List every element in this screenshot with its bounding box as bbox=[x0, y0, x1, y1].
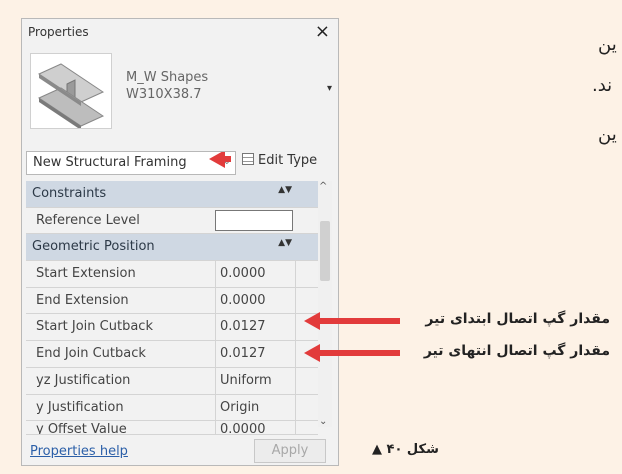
edit-type-label: Edit Type bbox=[258, 153, 318, 168]
figure-caption: شکل ۴۰ ▲ bbox=[372, 442, 439, 457]
type-name: M_W Shapes W310X38.7 bbox=[126, 69, 208, 103]
panel-title: Properties bbox=[28, 25, 89, 39]
property-value[interactable]: 0.0127 bbox=[215, 314, 296, 341]
group-label: Constraints bbox=[32, 186, 107, 201]
end-cutback-arrow bbox=[304, 344, 400, 362]
property-value[interactable]: Origin bbox=[215, 394, 296, 421]
beam-thumbnail-icon bbox=[30, 53, 112, 130]
properties-help-link[interactable]: Properties help bbox=[30, 444, 128, 459]
property-row: End Join Cutback 0.0127 bbox=[26, 341, 318, 368]
background-text-2: ند. bbox=[592, 75, 613, 96]
background-text-3: ین bbox=[598, 124, 617, 145]
property-value[interactable]: Uniform bbox=[215, 367, 296, 394]
property-row: End Extension 0.0000 bbox=[26, 287, 318, 315]
scroll-thumb[interactable] bbox=[320, 221, 330, 281]
property-label: yz Justification bbox=[36, 372, 131, 388]
type-size: W310X38.7 bbox=[126, 87, 202, 102]
property-row: Reference Level bbox=[26, 208, 318, 235]
scroll-up-icon[interactable]: ^ bbox=[319, 181, 327, 192]
property-row: Start Extension 0.0000 bbox=[26, 261, 318, 288]
property-row: yz Justification Uniform bbox=[26, 367, 318, 395]
type-family: M_W Shapes bbox=[126, 70, 209, 85]
property-label: y Offset Value bbox=[36, 422, 127, 436]
property-label: Reference Level bbox=[36, 212, 140, 228]
collapse-icon[interactable]: ▲▼ bbox=[278, 185, 292, 195]
selector-row: New Structural Framing ⌄ Edit Type bbox=[26, 151, 336, 175]
scroll-down-icon[interactable]: ⌄ bbox=[319, 416, 327, 427]
close-icon[interactable]: × bbox=[315, 21, 330, 42]
scrollbar[interactable]: ^ ⌄ bbox=[318, 181, 332, 427]
edit-type-button[interactable]: Edit Type bbox=[242, 153, 317, 168]
property-row: y Offset Value 0.0000 bbox=[26, 421, 318, 436]
panel-header: Properties × bbox=[22, 19, 338, 47]
property-label: Start Join Cutback bbox=[36, 319, 153, 335]
edit-type-icon bbox=[242, 153, 254, 165]
start-cutback-arrow bbox=[304, 312, 400, 330]
type-dropdown-caret-icon[interactable]: ▾ bbox=[327, 83, 332, 94]
property-value[interactable]: 0.0000 bbox=[215, 261, 296, 287]
property-label: End Extension bbox=[36, 292, 129, 308]
start-cutback-annotation: مقدار گپ اتصال ابتدای تیر bbox=[425, 311, 610, 327]
instance-filter-dropdown[interactable]: New Structural Framing ⌄ bbox=[26, 151, 236, 175]
property-label: y Justification bbox=[36, 399, 124, 415]
end-cutback-annotation: مقدار گپ اتصال انتهای تیر bbox=[423, 343, 610, 359]
chevron-down-icon: ⌄ bbox=[207, 152, 231, 168]
property-value[interactable]: 0.0127 bbox=[215, 341, 296, 367]
dropdown-value: New Structural Framing bbox=[33, 155, 187, 170]
collapse-icon[interactable]: ▲▼ bbox=[278, 238, 292, 248]
property-value[interactable]: 0.0000 bbox=[215, 421, 296, 435]
group-header-geometric-position[interactable]: Geometric Position ▲▼ bbox=[26, 234, 318, 262]
group-header-constraints[interactable]: Constraints ▲▼ bbox=[26, 181, 318, 208]
properties-grid: Constraints ▲▼ Reference Level Geometric… bbox=[26, 181, 318, 436]
property-value[interactable]: 0.0000 bbox=[215, 287, 296, 314]
background-text-1: ین bbox=[598, 34, 617, 55]
reference-level-input[interactable] bbox=[215, 209, 293, 231]
property-row: y Justification Origin bbox=[26, 394, 318, 422]
property-row: Start Join Cutback 0.0127 bbox=[26, 314, 318, 342]
type-selector[interactable]: M_W Shapes W310X38.7 ▾ bbox=[26, 49, 336, 133]
property-label: Start Extension bbox=[36, 266, 136, 282]
property-label: End Join Cutback bbox=[36, 346, 146, 362]
group-label: Geometric Position bbox=[32, 239, 155, 255]
apply-button[interactable]: Apply bbox=[254, 439, 326, 463]
properties-panel: Properties × M_W Shapes W310X38.7 ▾ New … bbox=[21, 18, 339, 466]
